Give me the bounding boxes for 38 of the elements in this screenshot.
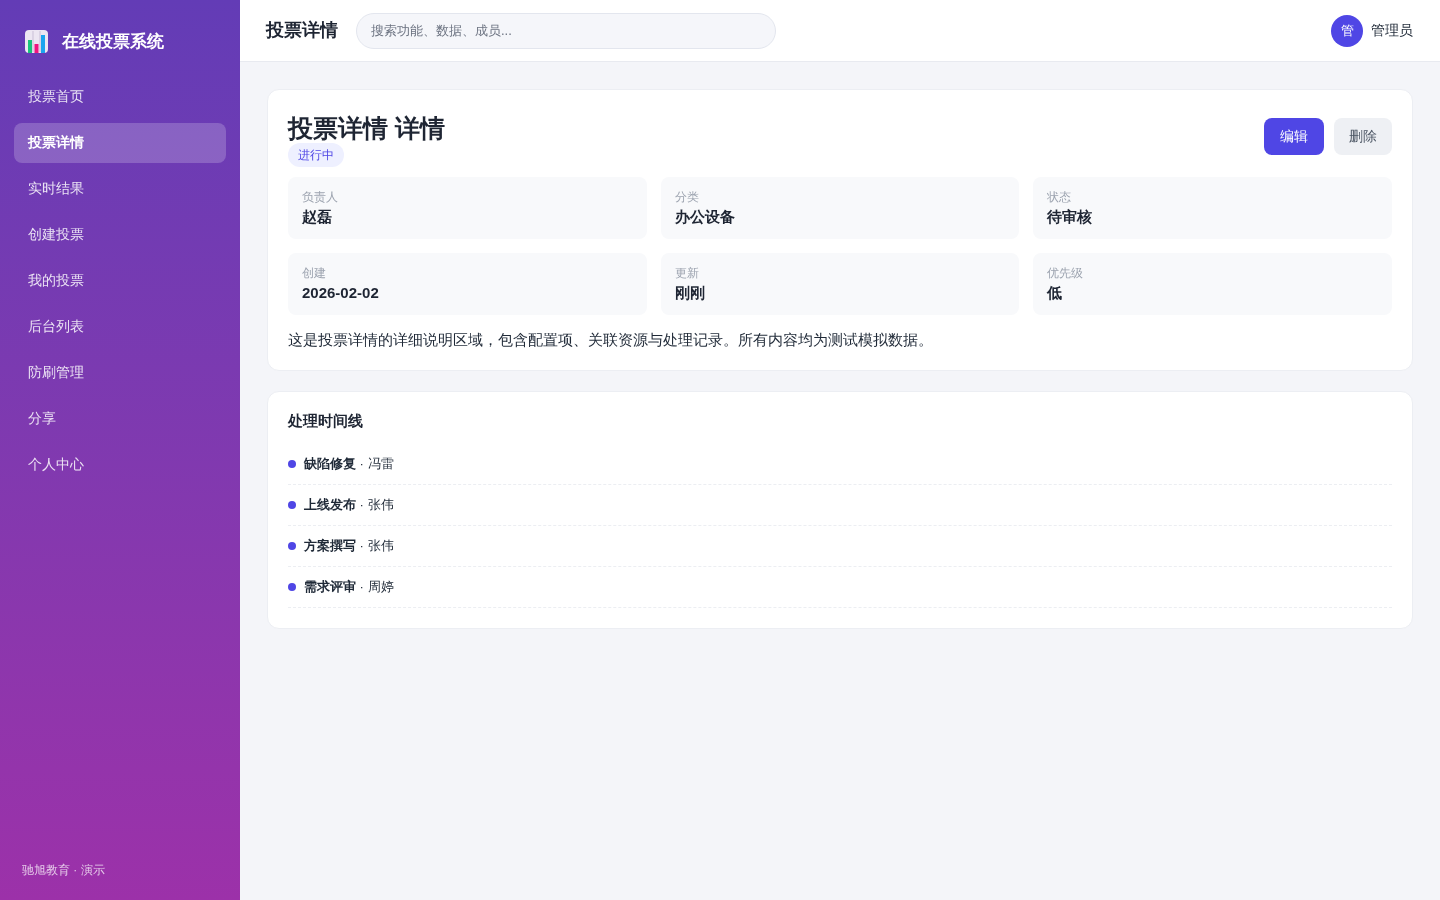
timeline-entry: 方案撰写 · 张伟 bbox=[304, 537, 394, 556]
nav-item[interactable]: 投票首页 bbox=[14, 76, 226, 117]
nav-item[interactable]: 后台列表 bbox=[14, 306, 226, 347]
field-label: 负责人 bbox=[302, 189, 338, 205]
nav-item[interactable]: 实时结果 bbox=[14, 168, 226, 209]
timeline-entry: 缺陷修复 · 冯雷 bbox=[304, 455, 394, 474]
search-field[interactable]: 搜索功能、数据、成员... bbox=[356, 12, 776, 49]
field-value: 办公设备 bbox=[674, 207, 735, 227]
nav-item[interactable]: 分享 bbox=[14, 398, 226, 439]
field-label: 创建 bbox=[302, 265, 326, 281]
field-value: 赵磊 bbox=[302, 207, 332, 227]
nav-item[interactable]: 创建投票 bbox=[14, 214, 226, 255]
field-label: 分类 bbox=[674, 189, 699, 205]
timeline-title: 处理时间线 bbox=[288, 410, 364, 431]
detail-title: 投票详情 详情 bbox=[288, 113, 445, 144]
nav-item[interactable]: 防刷管理 bbox=[14, 352, 226, 393]
field-value: 待审核 bbox=[1047, 207, 1093, 227]
field-label: 优先级 bbox=[1047, 265, 1084, 281]
nav-item[interactable]: 投票详情 bbox=[14, 122, 226, 163]
field-label: 状态 bbox=[1047, 189, 1072, 205]
user-name: 管理员 bbox=[1371, 21, 1413, 40]
field-label: 更新 bbox=[674, 265, 699, 281]
field-value: 低 bbox=[1047, 283, 1063, 303]
edit-button[interactable]: 编辑 bbox=[1264, 118, 1324, 155]
page-title: 投票详情 bbox=[266, 19, 338, 42]
user-avatar[interactable]: 管 bbox=[1331, 14, 1363, 47]
nav-item[interactable]: 我的投票 bbox=[14, 260, 226, 301]
delete-button[interactable]: 删除 bbox=[1334, 118, 1392, 155]
timeline-entry: 需求评审 · 周婷 bbox=[304, 578, 394, 597]
footer-text: 驰旭教育 · 演示 bbox=[21, 862, 106, 879]
bar-chart-icon bbox=[25, 30, 48, 54]
brand-name: 在线投票系统 bbox=[62, 31, 164, 53]
status-tag: 进行中 bbox=[288, 143, 344, 167]
field-value: 刚刚 bbox=[674, 283, 705, 303]
field-value: 2026-02-02 bbox=[302, 283, 379, 303]
description-text: 这是投票详情的详细说明区域，包含配置项、关联资源与处理记录。所有内容均为测试模拟数据。 bbox=[288, 330, 934, 350]
nav-item[interactable]: 个人中心 bbox=[14, 444, 226, 485]
timeline-entry: 上线发布 · 张伟 bbox=[304, 496, 394, 515]
